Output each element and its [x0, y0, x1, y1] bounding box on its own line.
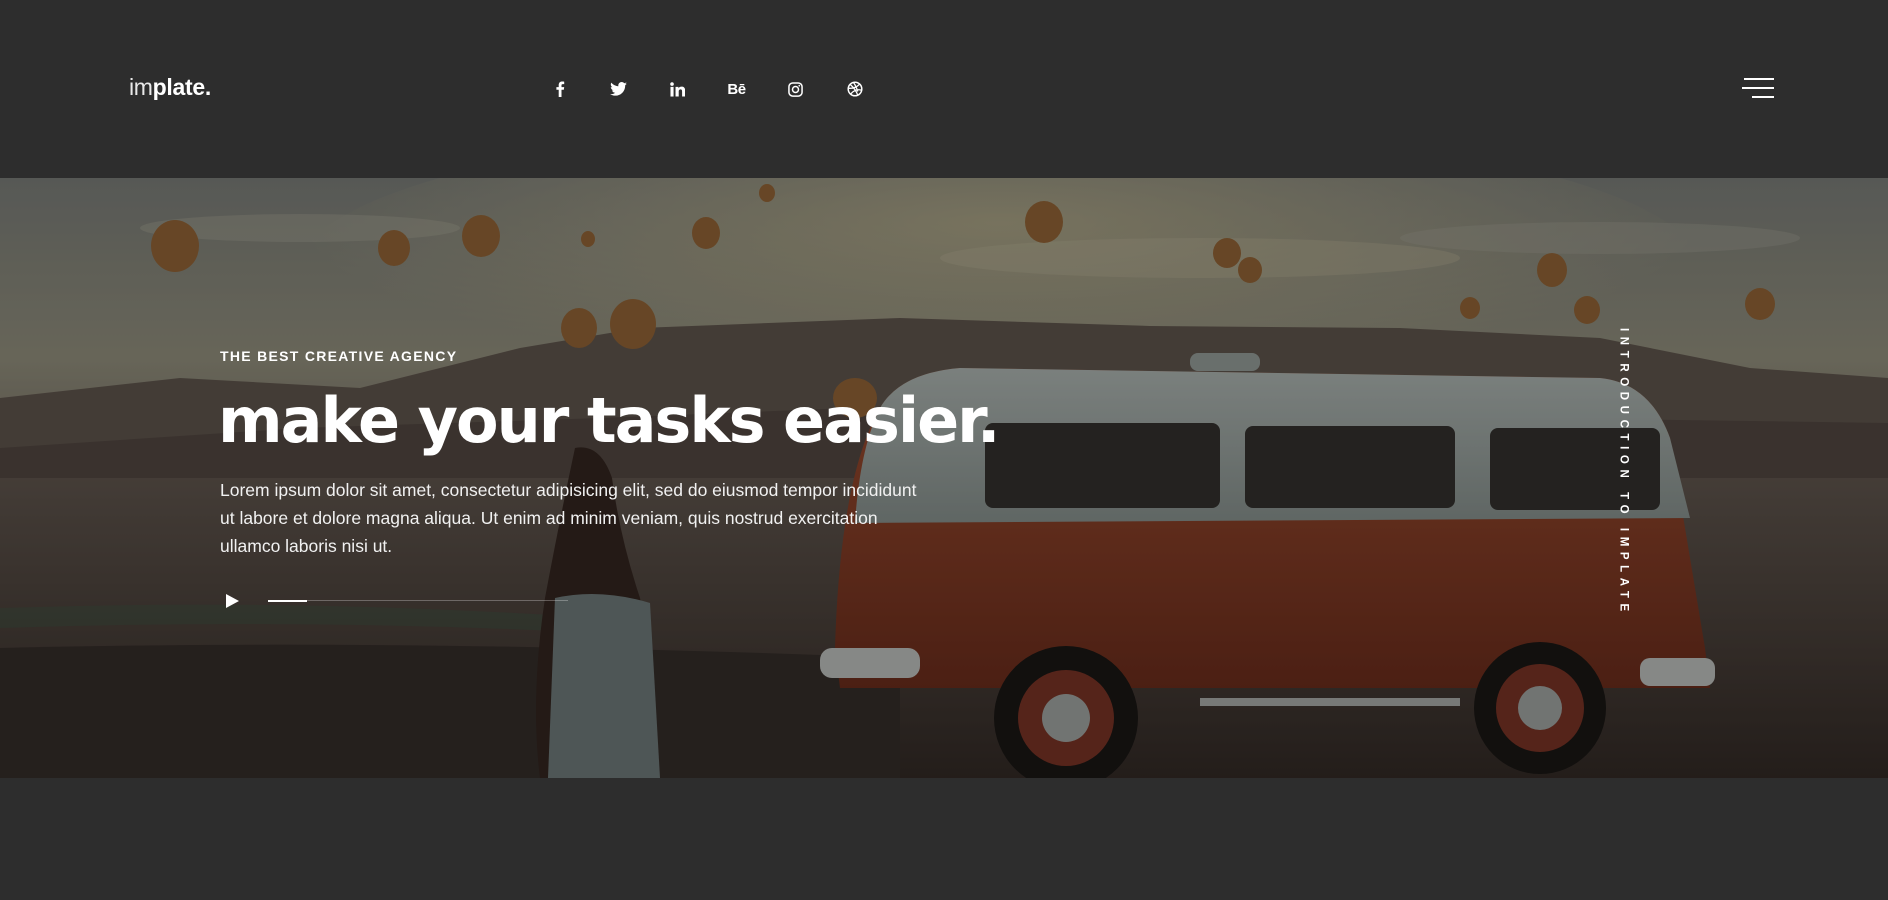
hero-title: make your tasks easier.	[218, 384, 1000, 457]
linkedin-link[interactable]	[648, 76, 707, 102]
play-button[interactable]	[222, 591, 242, 611]
hamburger-menu-icon[interactable]	[1742, 78, 1774, 98]
menu-line	[1742, 87, 1774, 89]
facebook-icon	[555, 81, 564, 97]
intro-label-text: INTRODUCTION TO IMPLATE	[1617, 328, 1630, 617]
video-progress-bar[interactable]	[268, 599, 568, 602]
video-progress-fill	[268, 599, 307, 602]
menu-line	[1744, 78, 1774, 80]
page-footer-area	[0, 778, 1888, 900]
logo-light-text: im	[129, 74, 153, 100]
logo[interactable]: implate.	[129, 74, 211, 101]
site-header: implate. Bē	[0, 0, 1888, 178]
menu-line	[1752, 96, 1774, 98]
dribbble-link[interactable]	[825, 76, 884, 102]
play-icon	[226, 594, 239, 608]
hero-eyebrow: THE BEST CREATIVE AGENCY	[220, 348, 458, 364]
instagram-icon	[788, 81, 803, 97]
logo-bold-text: plate.	[152, 74, 212, 100]
hero-section: THE BEST CREATIVE AGENCY make your tasks…	[0, 178, 1888, 778]
social-links: Bē	[530, 76, 884, 102]
behance-icon: Bē	[727, 80, 746, 98]
intro-vertical-label[interactable]: INTRODUCTION TO IMPLATE	[1618, 328, 1778, 618]
hero-description: Lorem ipsum dolor sit amet, consectetur …	[220, 480, 917, 556]
behance-link[interactable]: Bē	[707, 76, 766, 102]
twitter-link[interactable]	[589, 76, 648, 102]
dribbble-icon	[846, 81, 863, 97]
linkedin-icon	[670, 81, 685, 97]
twitter-icon	[610, 82, 627, 96]
instagram-link[interactable]	[766, 76, 825, 102]
facebook-link[interactable]	[530, 76, 589, 102]
